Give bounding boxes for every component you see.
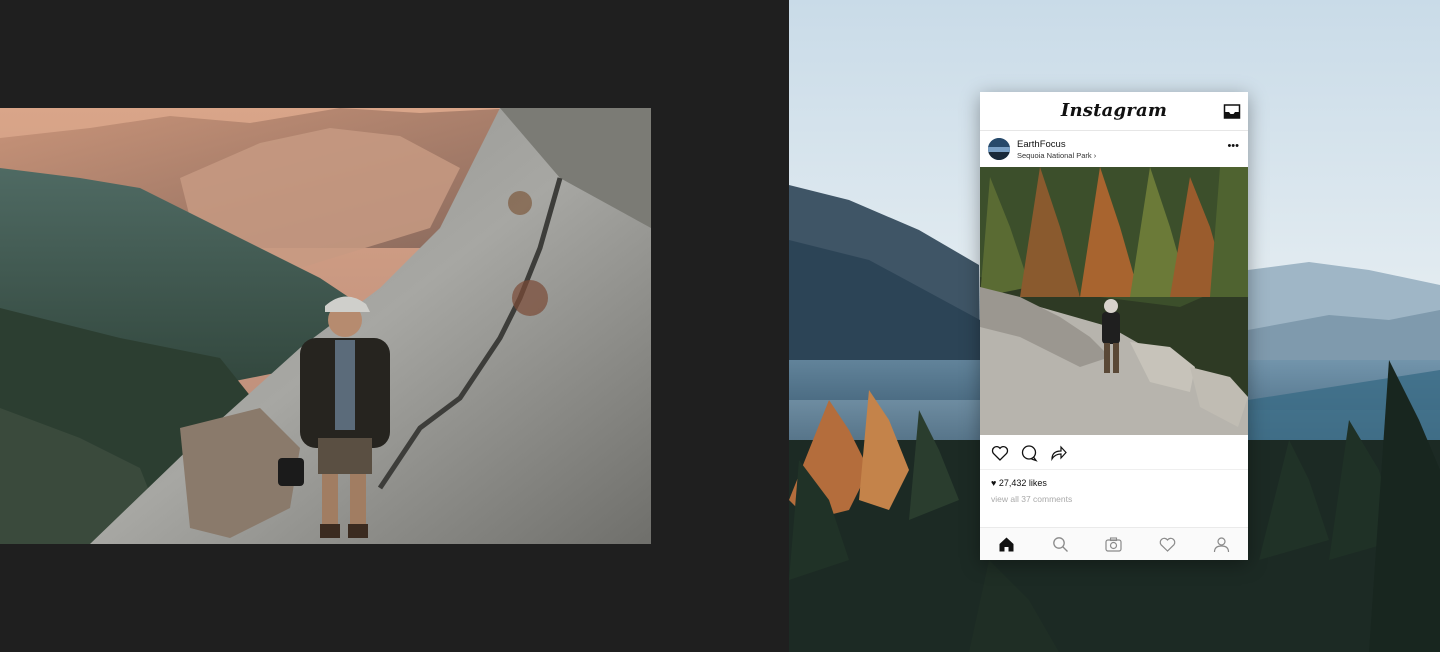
avatar[interactable]: [988, 138, 1010, 160]
inbox-icon[interactable]: [1223, 104, 1241, 119]
post-header: EarthFocus Sequoia National Park › •••: [980, 131, 1248, 167]
post-photo[interactable]: [980, 167, 1248, 435]
home-icon[interactable]: [998, 536, 1015, 553]
left-pane: [0, 0, 789, 652]
post-location[interactable]: Sequoia National Park ›: [1017, 151, 1096, 160]
hiker-photo-art: [0, 108, 651, 544]
post-photo-art: [980, 167, 1248, 435]
search-icon[interactable]: [1052, 536, 1069, 553]
post-username[interactable]: EarthFocus: [1017, 139, 1066, 150]
post-actions: [980, 435, 1248, 470]
hiker-on-rock-photo: [0, 108, 651, 544]
likes-heart-icon: ♥: [991, 478, 997, 488]
likes-text: 27,432 likes: [998, 478, 1047, 488]
instagram-logo: Instagram: [1060, 100, 1168, 121]
likes-count[interactable]: ♥ 27,432 likes: [991, 478, 1047, 488]
profile-icon[interactable]: [1213, 536, 1230, 553]
like-icon[interactable]: [991, 444, 1009, 462]
bottom-navigation: [980, 527, 1248, 560]
camera-icon[interactable]: [1105, 536, 1122, 553]
view-comments-link[interactable]: view all 37 comments: [991, 494, 1072, 504]
activity-heart-icon[interactable]: [1159, 536, 1176, 553]
more-options-icon[interactable]: •••: [1227, 141, 1239, 152]
instagram-phone-mockup: Instagram EarthFocus Sequoia National Pa…: [980, 92, 1248, 560]
share-icon[interactable]: [1049, 444, 1067, 462]
instagram-top-bar: Instagram: [980, 92, 1248, 131]
comment-icon[interactable]: [1020, 444, 1038, 462]
